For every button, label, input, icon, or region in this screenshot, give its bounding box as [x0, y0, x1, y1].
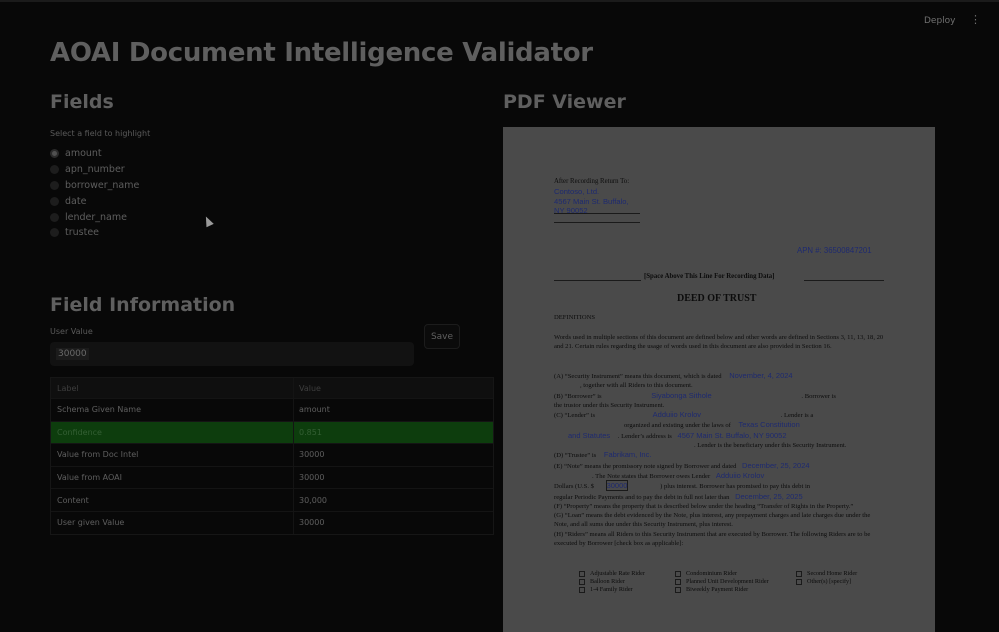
definition-security-instrument: (A) “Security Instrument” means this doc…	[554, 371, 871, 548]
radio-empty-icon	[50, 212, 59, 222]
apn-number: APN #: 36500847201	[797, 246, 872, 255]
column-header-label[interactable]: Label	[51, 378, 294, 398]
top-bar	[0, 0, 999, 2]
divider	[554, 222, 640, 223]
fields-heading: Fields	[50, 91, 114, 113]
table-cell-value: 0.851	[299, 427, 322, 437]
divider	[554, 213, 640, 214]
rider-column: Second Home Rider Other(s) [specify]	[796, 570, 857, 586]
deed-title: DEED OF TRUST	[677, 293, 757, 304]
table-row: Value from Doc Intel 30000	[51, 444, 493, 467]
table-row-highlighted: Confidence 0.851	[51, 421, 493, 445]
rider-checkbox[interactable]: Other(s) [specify]	[796, 578, 857, 586]
table-cell-value: 30000	[299, 473, 325, 483]
radio-option-amount[interactable]: amount	[50, 146, 139, 162]
radio-empty-icon	[50, 165, 59, 175]
user-value-text: 30000	[56, 348, 89, 360]
table-cell-value: 30000	[299, 518, 325, 528]
rider-checkbox[interactable]: Planned Unit Development Rider	[675, 578, 769, 586]
rider-checkbox[interactable]: Balloon Rider	[579, 578, 645, 586]
rider-column: Condominium Rider Planned Unit Developme…	[675, 570, 769, 595]
divider	[554, 280, 641, 281]
definitions-heading: DEFINITIONS	[554, 314, 596, 321]
table-row: User given Value 30000	[51, 511, 493, 534]
table-row: Schema Given Name amount	[51, 399, 493, 422]
radio-option-borrower-name[interactable]: borrower_name	[50, 178, 139, 194]
radio-option-lender-name[interactable]: lender_name	[50, 209, 139, 225]
table-cell-label: Value from AOAI	[51, 466, 294, 489]
field-select-label: Select a field to highlight	[50, 129, 151, 138]
app-title: AOAI Document Intelligence Validator	[50, 38, 593, 68]
main-menu-icon[interactable]: ⋮	[970, 13, 981, 29]
amount-highlight: 30000	[605, 480, 629, 492]
table-cell-label: Content	[51, 489, 294, 511]
table-cell-label: Confidence	[51, 421, 294, 444]
user-value-label: User Value	[50, 327, 93, 336]
rider-checkbox[interactable]: Biweekly Payment Rider	[675, 586, 769, 594]
definitions-intro: Words used in multiple sections of this …	[554, 334, 884, 351]
table-row: Value from AOAI 30000	[51, 466, 493, 490]
rider-checkbox[interactable]: Adjustable Rate Rider	[579, 570, 645, 578]
mouse-cursor-icon	[202, 214, 214, 228]
field-information-heading: Field Information	[50, 294, 236, 316]
radio-option-date[interactable]: date	[50, 193, 139, 209]
table-cell-value: 30000	[299, 450, 325, 460]
rider-checkbox[interactable]: Condominium Rider	[675, 570, 769, 578]
save-button[interactable]: Save	[424, 324, 460, 349]
table-cell-label: Value from Doc Intel	[51, 444, 294, 466]
space-above-line: [Space Above This Line For Recording Dat…	[644, 273, 775, 280]
rider-column: Adjustable Rate Rider Balloon Rider 1-4 …	[579, 570, 645, 595]
deploy-button[interactable]: Deploy	[924, 16, 956, 26]
table-cell-value: amount	[299, 405, 330, 415]
pdf-page[interactable]: After Recording Return To: Contoso, Ltd.…	[503, 127, 935, 632]
table-header-row: Label Value	[51, 378, 493, 399]
radio-selected-icon	[50, 149, 59, 159]
radio-empty-icon	[50, 180, 59, 190]
pdf-viewer-heading: PDF Viewer	[503, 91, 626, 113]
radio-empty-icon	[50, 228, 59, 238]
table-cell-label: Schema Given Name	[51, 399, 294, 421]
field-info-table: Label Value Schema Given Name amount Con…	[50, 377, 494, 535]
column-header-value[interactable]: Value	[294, 384, 321, 393]
table-cell-label: User given Value	[51, 511, 294, 534]
field-radio-group: amount apn_number borrower_name date len…	[50, 146, 139, 241]
radio-option-apn-number[interactable]: apn_number	[50, 162, 139, 178]
radio-empty-icon	[50, 196, 59, 206]
return-to-address: Contoso, Ltd. 4567 Main St. Buffalo, NY …	[554, 187, 629, 216]
user-value-input[interactable]: 30000	[50, 342, 414, 366]
divider	[804, 280, 884, 281]
rider-checkbox[interactable]: 1-4 Family Rider	[579, 586, 645, 594]
table-row: Content 30,000	[51, 489, 493, 512]
return-to-label: After Recording Return To:	[554, 178, 630, 185]
radio-option-trustee[interactable]: trustee	[50, 225, 139, 241]
table-cell-value: 30,000	[299, 495, 327, 505]
rider-checkbox[interactable]: Second Home Rider	[796, 570, 857, 578]
